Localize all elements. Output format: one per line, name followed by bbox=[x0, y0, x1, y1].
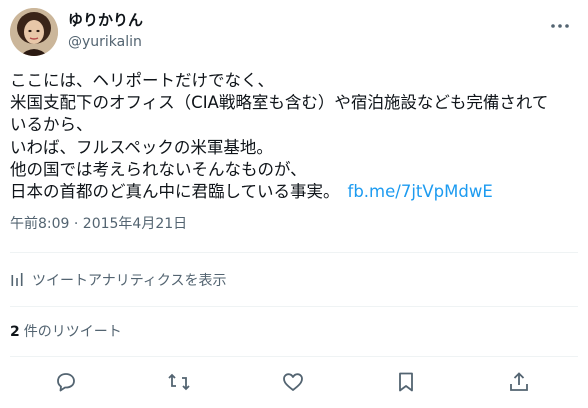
retweet-icon bbox=[168, 373, 190, 391]
tweet-link[interactable]: fb.me/7jtVpMdwE bbox=[348, 182, 493, 201]
avatar-image bbox=[10, 8, 58, 56]
heart-icon bbox=[283, 373, 303, 391]
tweet-text: ここには、ヘリポートだけでなく、 米国支配下のオフィス（CIA戦略室も含む）や宿… bbox=[10, 70, 570, 203]
like-button[interactable] bbox=[281, 370, 305, 394]
divider bbox=[10, 356, 578, 357]
user-handle[interactable]: @yurikalin bbox=[68, 32, 143, 52]
tweet-header: ゆりかりん @yurikalin bbox=[10, 8, 578, 56]
analytics-label: ツイートアナリティクスを表示 bbox=[32, 273, 227, 289]
retweet-button[interactable] bbox=[167, 370, 191, 394]
retweet-label: 件のリツイート bbox=[23, 324, 122, 340]
share-icon bbox=[510, 372, 528, 391]
avatar[interactable] bbox=[10, 8, 58, 56]
bookmark-button[interactable] bbox=[394, 370, 418, 394]
action-bar bbox=[0, 368, 588, 396]
reply-icon bbox=[57, 373, 75, 392]
divider bbox=[10, 252, 578, 253]
analytics-link[interactable]: ツイートアナリティクスを表示 bbox=[10, 268, 226, 292]
reply-button[interactable] bbox=[54, 370, 78, 394]
tweet-timestamp[interactable]: 午前8:09 · 2015年4月21日 bbox=[10, 214, 187, 234]
more-button[interactable] bbox=[548, 14, 572, 38]
tweet-card: ゆりかりん @yurikalin ここには、ヘリポートだけでなく、 米国支配下の… bbox=[0, 0, 588, 408]
user-names: ゆりかりん @yurikalin bbox=[68, 10, 143, 52]
retweet-count: 2 bbox=[10, 324, 20, 340]
bookmark-icon bbox=[399, 372, 413, 392]
bar-chart-icon bbox=[11, 273, 23, 286]
display-name[interactable]: ゆりかりん bbox=[68, 10, 143, 30]
more-icon bbox=[551, 24, 569, 28]
share-button[interactable] bbox=[507, 370, 531, 394]
retweet-stats[interactable]: 2 件のリツイート bbox=[10, 322, 122, 342]
divider bbox=[10, 306, 578, 307]
